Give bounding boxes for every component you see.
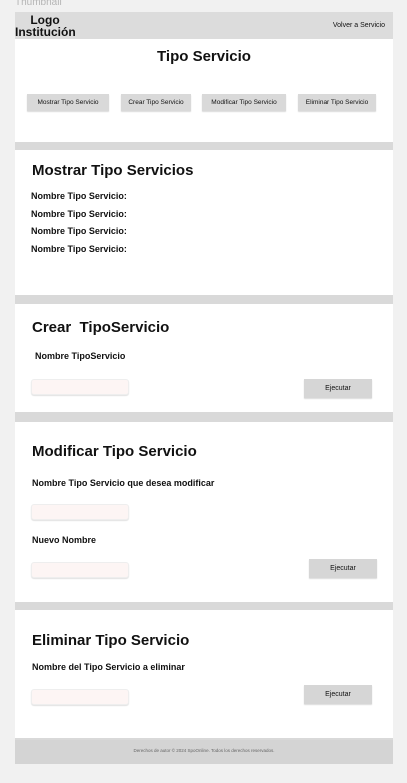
create-name-input[interactable] <box>31 379 129 395</box>
delete-name-input[interactable] <box>31 689 129 705</box>
new-name-input[interactable] <box>31 562 129 578</box>
delete-name-label: Nombre del Tipo Servicio a eliminar <box>32 662 185 672</box>
delete-section-title: Eliminar Tipo Servicio <box>32 632 190 649</box>
footer-copyright: Derechos de autor © 2024 SpoOnline. Todo… <box>133 748 275 753</box>
service-type-row: Nombre Tipo Servicio: <box>31 244 127 254</box>
create-execute-button[interactable]: Ejecutar <box>304 379 372 398</box>
show-section-title: Mostrar Tipo Servicios <box>32 162 194 179</box>
modify-type-button[interactable]: Modificar Tipo Servicio <box>202 94 286 111</box>
modify-execute-button[interactable]: Ejecutar <box>309 559 377 578</box>
create-name-label: Nombre TipoServicio <box>35 351 126 361</box>
page-frame: Logo Institución Volver a Servicio Tipo … <box>15 12 393 764</box>
footer: Derechos de autor © 2024 SpoOnline. Todo… <box>15 740 393 764</box>
modify-section: Modificar Tipo Servicio Nombre Tipo Serv… <box>15 422 393 602</box>
thumbnail-label: Thumbnail <box>15 0 62 8</box>
create-section-title: Crear TipoServicio <box>32 319 170 336</box>
modify-section-title: Modificar Tipo Servicio <box>32 443 197 460</box>
page-title: Tipo Servicio <box>157 48 251 65</box>
delete-execute-button[interactable]: Ejecutar <box>304 685 372 704</box>
create-type-button[interactable]: Crear Tipo Servicio <box>121 94 191 111</box>
service-type-row: Nombre Tipo Servicio: <box>31 209 127 219</box>
delete-section: Eliminar Tipo Servicio Nombre del Tipo S… <box>15 610 393 738</box>
intro-section: Tipo Servicio Mostrar Tipo Servicio Crea… <box>15 39 393 142</box>
show-type-button[interactable]: Mostrar Tipo Servicio <box>27 94 109 111</box>
logo-line2: Institución <box>15 25 76 39</box>
create-section: Crear TipoServicio Nombre TipoServicio E… <box>15 304 393 412</box>
delete-type-button[interactable]: Eliminar Tipo Servicio <box>298 94 376 111</box>
modify-current-name-label: Nombre Tipo Servicio que desea modificar <box>32 478 215 488</box>
modify-current-name-input[interactable] <box>31 504 129 520</box>
service-type-row: Nombre Tipo Servicio: <box>31 191 127 201</box>
logo: Logo Institución <box>15 14 76 39</box>
show-section: Mostrar Tipo Servicios Nombre Tipo Servi… <box>15 150 393 295</box>
new-name-label: Nuevo Nombre <box>32 535 97 545</box>
service-type-row: Nombre Tipo Servicio: <box>31 226 127 236</box>
back-to-service-link[interactable]: Volver a Servicio <box>333 22 385 29</box>
header: Logo Institución Volver a Servicio <box>15 12 393 39</box>
